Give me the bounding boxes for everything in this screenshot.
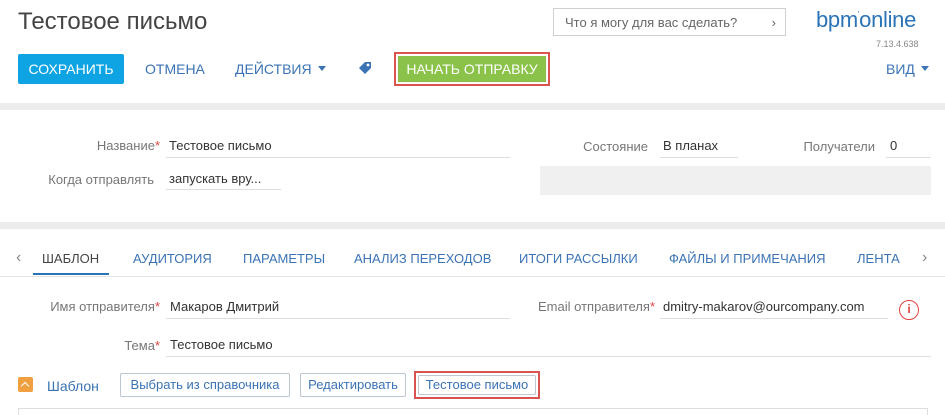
tab-clicks-analysis[interactable]: АНАЛИЗ ПЕРЕХОДОВ [354, 251, 491, 266]
tab-parameters[interactable]: ПАРАМЕТРЫ [243, 251, 325, 266]
view-label: ВИД [886, 61, 915, 77]
cancel-button[interactable]: ОТМЕНА [145, 61, 205, 77]
subject-underline [166, 356, 931, 357]
sender-email-field[interactable]: dmitry-makarov@ourcompany.com [663, 299, 865, 314]
tabs-divider [0, 276, 945, 277]
name-field[interactable]: Тестовое письмо [169, 138, 272, 153]
state-field[interactable]: В планах [663, 138, 718, 153]
tabs-left-arrow-icon[interactable]: ‹ [16, 249, 21, 267]
logo-text: bpm [816, 7, 858, 32]
view-button[interactable]: ВИД [886, 61, 929, 77]
recipients-label: Получатели [803, 139, 875, 154]
test-email-button[interactable]: Тестовое письмо [418, 375, 536, 395]
required-marker: * [154, 338, 160, 353]
logo-mark: ' [857, 10, 860, 19]
required-marker: * [649, 299, 655, 314]
tab-feed[interactable]: ЛЕНТА [857, 251, 900, 266]
edit-button[interactable]: Редактировать [300, 373, 406, 397]
tab-files-notes[interactable]: ФАЙЛЫ И ПРИМЕЧАНИЯ [669, 251, 826, 266]
start-send-highlight: НАЧАТЬ ОТПРАВКУ [394, 52, 550, 86]
divider-band [0, 103, 945, 110]
tag-icon[interactable] [357, 60, 373, 76]
tab-template[interactable]: ШАБЛОН [42, 251, 99, 266]
tab-mailing-results[interactable]: ИТОГИ РАССЫЛКИ [519, 251, 638, 266]
start-send-button[interactable]: НАЧАТЬ ОТПРАВКУ [398, 56, 546, 82]
sender-name-label: Имя отправителя* [20, 299, 160, 314]
when-field[interactable]: запускать вру... [169, 171, 261, 186]
active-tab-indicator [33, 273, 109, 275]
sender-email-label: Email отправителя* [515, 299, 655, 314]
subject-label: Тема* [20, 338, 160, 353]
tabs-right-arrow-icon[interactable]: › [922, 249, 927, 267]
test-email-highlight: Тестовое письмо [414, 371, 540, 399]
divider-band [0, 222, 945, 229]
state-label: Состояние [583, 139, 648, 154]
sender-email-label-text: Email отправителя [538, 299, 650, 314]
search-input[interactable]: Что я могу для вас сделать? › [553, 8, 786, 36]
status-bar-placeholder [540, 166, 931, 195]
actions-label: ДЕЙСТВИЯ [235, 61, 312, 77]
actions-button[interactable]: ДЕЙСТВИЯ [235, 61, 326, 77]
name-label-text: Название [96, 138, 155, 153]
when-underline [166, 189, 281, 190]
template-content-area [18, 408, 928, 415]
section-title-template[interactable]: Шаблон [47, 378, 99, 394]
sender-name-field[interactable]: Макаров Дмитрий [170, 299, 279, 314]
name-underline [166, 157, 510, 158]
tab-audience[interactable]: АУДИТОРИЯ [133, 251, 212, 266]
page-title: Тестовое письмо [18, 8, 208, 35]
subject-field[interactable]: Тестовое письмо [170, 337, 273, 352]
sender-name-label-text: Имя отправителя [50, 299, 155, 314]
state-underline [660, 157, 738, 158]
when-label: Когда отправлять [48, 172, 154, 187]
sender-name-underline [166, 318, 510, 319]
name-label: Название* [60, 138, 160, 153]
sender-email-underline [660, 318, 888, 319]
chevron-right-icon[interactable]: › [772, 15, 776, 30]
required-marker: * [154, 299, 160, 314]
caret-down-icon [920, 66, 929, 71]
choose-from-lookup-button[interactable]: Выбрать из справочника [120, 373, 290, 397]
logo: bpm'online [816, 7, 916, 33]
logo-text-2: online [859, 7, 917, 32]
required-marker: * [154, 138, 160, 153]
search-placeholder: Что я могу для вас сделать? [565, 15, 738, 30]
subject-label-text: Тема [124, 338, 155, 353]
recipients-underline [886, 157, 931, 158]
save-button[interactable]: СОХРАНИТЬ [18, 54, 124, 84]
caret-down-icon [317, 66, 326, 71]
version-label: 7.13.4.638 [876, 39, 919, 49]
info-icon[interactable]: i [899, 300, 919, 320]
recipients-field: 0 [890, 138, 898, 153]
collapse-icon[interactable] [18, 377, 33, 392]
